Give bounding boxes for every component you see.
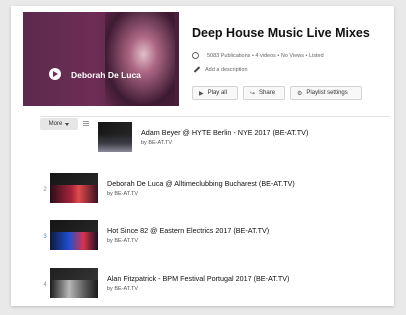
list-item[interactable]: Adam Beyer @ HYTE Berlin - NYE 2017 (BE-… [40,122,390,162]
video-thumbnail[interactable] [50,268,98,298]
list-item[interactable]: 2 Deborah De Luca @ Alltimeclubbing Buch… [40,173,390,213]
playlist-title: Deep House Music Live Mixes [192,26,370,40]
hero-image [105,12,175,106]
video-thumbnail[interactable] [50,220,98,250]
settings-icon: ⚙ [297,90,303,97]
share-icon: ↪ [250,90,256,97]
play-all-button[interactable]: ▶ Play all [192,86,238,100]
play-all-label: Play all [207,90,227,96]
video-channel[interactable]: by BE-AT.TV [141,140,172,146]
video-title[interactable]: Adam Beyer @ HYTE Berlin - NYE 2017 (BE-… [141,128,308,137]
item-index: 2 [43,187,47,193]
list-item[interactable]: 4 Alan Fitzpatrick - BPM Festival Portug… [40,268,390,308]
video-channel[interactable]: by BE-AT.TV [107,286,138,292]
video-thumbnail[interactable] [98,122,132,152]
video-title[interactable]: Alan Fitzpatrick - BPM Festival Portugal… [107,274,289,283]
channel-logo-icon [49,68,61,80]
playlist-actions: ▶ Play all ↪ Share ⚙ Playlist settings [192,86,362,100]
hero-name: Deborah De Luca [71,70,141,80]
video-thumbnail[interactable] [50,173,98,203]
play-icon: ▶ [199,90,204,97]
pencil-icon [194,67,200,73]
add-description-link[interactable]: Add a description [194,67,248,73]
globe-icon [192,52,199,59]
list-item[interactable]: 3 Hot Since 82 @ Eastern Electrics 2017 … [40,220,390,260]
playlist-settings-button[interactable]: ⚙ Playlist settings [290,86,362,100]
video-channel[interactable]: by BE-AT.TV [107,191,138,197]
playlist-meta-text: 5083 Publications • 4 videos • No Views … [207,52,324,59]
share-label: Share [259,90,276,96]
video-title[interactable]: Hot Since 82 @ Eastern Electrics 2017 (B… [107,226,269,235]
playlist-settings-label: Playlist settings [306,90,348,96]
video-title[interactable]: Deborah De Luca @ Alltimeclubbing Buchar… [107,179,295,188]
video-channel[interactable]: by BE-AT.TV [107,238,138,244]
item-index: 4 [43,282,47,288]
playlist-meta: 5083 Publications • 4 videos • No Views … [192,52,324,59]
share-button[interactable]: ↪ Share [243,86,285,100]
item-index: 3 [43,234,47,240]
add-description-label: Add a description [205,67,248,73]
playlist-hero-thumbnail[interactable]: Deborah De Luca [23,12,179,106]
